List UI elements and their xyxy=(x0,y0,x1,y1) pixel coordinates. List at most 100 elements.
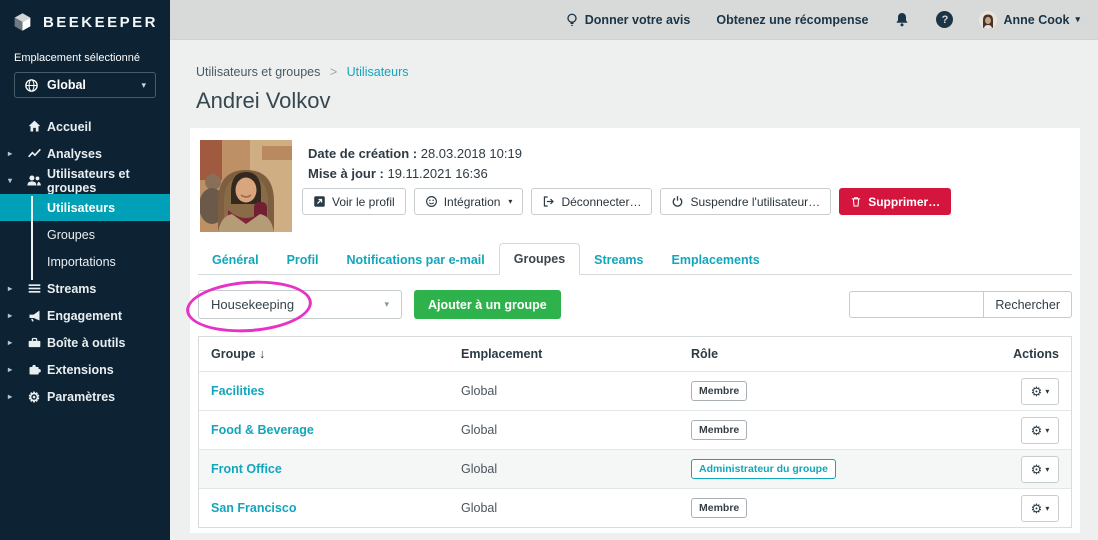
group-controls: Housekeeping ▾ Ajouter à un groupe Reche… xyxy=(198,290,1072,320)
toolbox-icon xyxy=(25,335,43,350)
user-avatar xyxy=(979,11,997,29)
sidebar-item-utilisateurs[interactable]: Utilisateurs xyxy=(0,194,170,221)
caret-right-icon: ▸ xyxy=(8,311,18,320)
search-input[interactable] xyxy=(849,291,983,318)
row-actions-button[interactable]: ⚙ ▾ xyxy=(1021,456,1059,483)
location-selected-label: Emplacement sélectionné xyxy=(0,42,170,70)
breadcrumb-separator: > xyxy=(330,65,337,79)
breadcrumb-parent[interactable]: Utilisateurs et groupes xyxy=(196,65,320,79)
breadcrumb-current[interactable]: Utilisateurs xyxy=(347,65,409,79)
column-header-actions: Actions xyxy=(961,347,1071,361)
logout-icon xyxy=(542,195,555,208)
caret-right-icon: ▸ xyxy=(8,338,18,347)
reward-link[interactable]: Obtenez une récompense xyxy=(716,13,868,27)
users-icon xyxy=(25,173,43,188)
view-profile-button[interactable]: Voir le profil xyxy=(302,188,406,215)
megaphone-icon xyxy=(25,308,43,323)
add-to-group-button[interactable]: Ajouter à un groupe xyxy=(414,290,561,319)
caret-right-icon: ▸ xyxy=(8,392,18,401)
tab-general[interactable]: Général xyxy=(198,245,273,275)
updated-value: 19.11.2021 16:36 xyxy=(387,166,487,181)
help-glyph: ? xyxy=(942,14,949,26)
user-detail-card: Date de création : 28.03.2018 10:19 Mise… xyxy=(190,128,1080,533)
sidebar: BEEKEEPER Emplacement sélectionné Global… xyxy=(0,0,170,540)
tab-profil[interactable]: Profil xyxy=(273,245,333,275)
page-title: Andrei Volkov xyxy=(196,88,331,114)
sidebar-nav: Accueil ▸ Analyses ▾ Utilisateurs et gro… xyxy=(0,113,170,410)
group-link[interactable]: Front Office xyxy=(211,462,282,476)
group-location: Global xyxy=(461,423,497,437)
group-location: Global xyxy=(461,384,497,398)
gear-icon: ⚙ xyxy=(1031,502,1043,515)
location-select[interactable]: Global ▾ xyxy=(14,72,156,98)
row-actions-button[interactable]: ⚙ ▾ xyxy=(1021,495,1059,522)
search-button[interactable]: Rechercher xyxy=(983,291,1072,318)
column-header-role[interactable]: Rôle xyxy=(691,347,961,361)
gear-icon: ⚙ xyxy=(1031,463,1043,476)
power-icon xyxy=(671,195,684,208)
sort-descending-icon: ↓ xyxy=(259,347,265,361)
bell-icon xyxy=(894,11,910,28)
lightbulb-icon xyxy=(565,12,579,28)
sidebar-item-analyses[interactable]: ▸ Analyses xyxy=(0,140,170,167)
group-location: Global xyxy=(461,501,497,515)
submenu-indicator-line xyxy=(31,196,33,280)
help-button[interactable]: ? xyxy=(936,11,953,28)
disconnect-button[interactable]: Déconnecter… xyxy=(531,188,652,215)
tab-streams[interactable]: Streams xyxy=(580,245,657,275)
user-name: Anne Cook xyxy=(1003,13,1069,27)
gear-icon: ⚙ xyxy=(25,390,43,404)
globe-icon xyxy=(24,78,39,93)
caret-down-icon: ▾ xyxy=(508,197,512,206)
tab-groupes[interactable]: Groupes xyxy=(499,243,580,275)
puzzle-icon xyxy=(25,362,43,377)
sidebar-item-importations[interactable]: Importations xyxy=(0,248,170,275)
sidebar-item-groupes[interactable]: Groupes xyxy=(0,221,170,248)
caret-right-icon: ▸ xyxy=(8,365,18,374)
open-profile-icon xyxy=(313,195,326,208)
profile-actions: Voir le profil Intégration ▾ xyxy=(302,188,951,215)
profile-meta: Date de création : 28.03.2018 10:19 Mise… xyxy=(308,144,522,184)
group-link[interactable]: San Francisco xyxy=(211,501,296,515)
trash-icon xyxy=(850,195,862,208)
group-location: Global xyxy=(461,462,497,476)
sidebar-item-utilisateurs-et-groupes[interactable]: ▾ Utilisateurs et groupes xyxy=(0,167,170,194)
caret-down-icon: ▾ xyxy=(1045,426,1049,435)
brand-logo[interactable]: BEEKEEPER xyxy=(0,0,170,42)
caret-down-icon: ▾ xyxy=(1075,14,1080,25)
row-actions-button[interactable]: ⚙ ▾ xyxy=(1021,417,1059,444)
tab-notifications-email[interactable]: Notifications par e-mail xyxy=(333,245,499,275)
group-select[interactable]: Housekeeping ▾ xyxy=(198,290,402,319)
notifications-button[interactable] xyxy=(894,11,910,28)
sidebar-item-streams[interactable]: ▸ Streams xyxy=(0,275,170,302)
brand-name: BEEKEEPER xyxy=(43,14,158,31)
analytics-icon xyxy=(25,146,43,161)
sidebar-item-accueil[interactable]: Accueil xyxy=(0,113,170,140)
user-menu[interactable]: Anne Cook ▾ xyxy=(979,11,1080,29)
feedback-link[interactable]: Donner votre avis xyxy=(565,12,691,28)
suspend-user-button[interactable]: Suspendre l'utilisateur… xyxy=(660,188,831,215)
groups-table: Groupe ↓ Emplacement Rôle Actions Facili… xyxy=(198,336,1072,528)
sidebar-item-parametres[interactable]: ▸ ⚙ Paramètres xyxy=(0,383,170,410)
integration-dropdown-button[interactable]: Intégration ▾ xyxy=(414,188,524,215)
role-badge: Membre xyxy=(691,381,747,401)
group-link[interactable]: Food & Beverage xyxy=(211,423,314,437)
delete-user-button[interactable]: Supprimer… xyxy=(839,188,951,215)
group-link[interactable]: Facilities xyxy=(211,384,265,398)
column-header-groupe[interactable]: Groupe ↓ xyxy=(199,347,461,361)
breadcrumb: Utilisateurs et groupes > Utilisateurs xyxy=(196,65,408,79)
tab-emplacements[interactable]: Emplacements xyxy=(658,245,774,275)
sidebar-item-engagement[interactable]: ▸ Engagement xyxy=(0,302,170,329)
sidebar-item-extensions[interactable]: ▸ Extensions xyxy=(0,356,170,383)
column-header-emplacement[interactable]: Emplacement xyxy=(461,347,691,361)
updated-label: Mise à jour : xyxy=(308,166,384,181)
gear-icon: ⚙ xyxy=(1031,424,1043,437)
streams-icon xyxy=(25,281,43,296)
caret-down-icon: ▾ xyxy=(1045,387,1049,396)
row-actions-button[interactable]: ⚙ ▾ xyxy=(1021,378,1059,405)
sidebar-item-boite-a-outils[interactable]: ▸ Boîte à outils xyxy=(0,329,170,356)
table-row: Front Office Global Administrateur du gr… xyxy=(199,449,1071,488)
topbar: Donner votre avis Obtenez une récompense… xyxy=(170,0,1098,40)
chevron-down-icon: ▾ xyxy=(384,299,389,310)
group-select-value: Housekeeping xyxy=(211,297,384,312)
